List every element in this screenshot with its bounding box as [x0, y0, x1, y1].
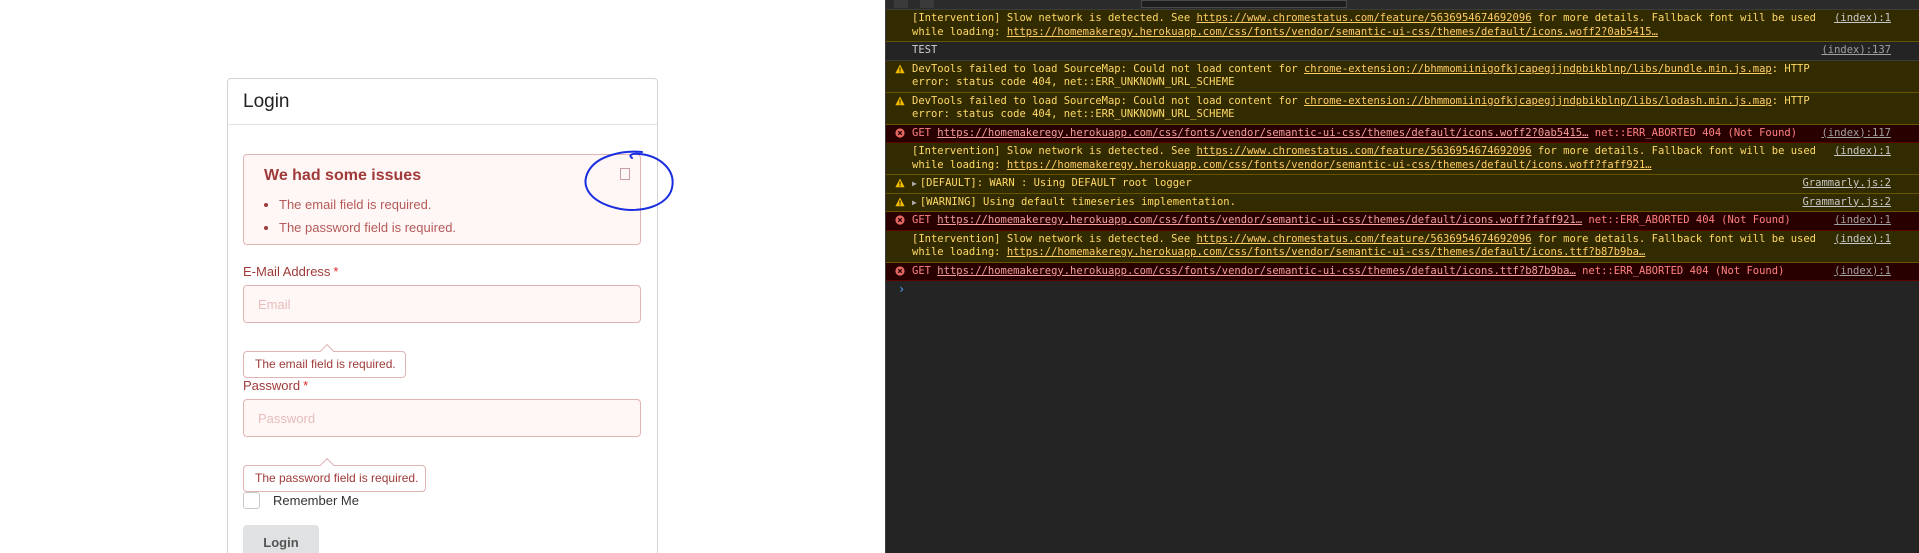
console-prompt[interactable]: ›	[886, 281, 1919, 297]
console-row-warn: [Intervention] Slow network is detected.…	[886, 143, 1919, 175]
console-row-error: GET https://homemakeregy.herokuapp.com/c…	[886, 124, 1919, 143]
message-text: [DEFAULT]: WARN : Using DEFAULT root log…	[919, 177, 1192, 189]
email-error-prompt: The email field is required.	[243, 351, 406, 378]
checkbox-box[interactable]	[243, 492, 260, 509]
expand-arrow-icon[interactable]: ▶	[912, 177, 917, 191]
login-button[interactable]: Login	[243, 525, 319, 553]
message-link[interactable]: chrome-extension://bhmmomiinigofkjcapegj…	[1304, 63, 1772, 75]
console-row-error: GET https://homemakeregy.herokuapp.com/c…	[886, 212, 1919, 231]
console-row-info: TEST (index):137	[886, 42, 1919, 61]
alert-item: The password field is required.	[279, 216, 456, 239]
required-mark: *	[333, 264, 339, 279]
message-link[interactable]: https://www.chromestatus.com/feature/563…	[1196, 12, 1531, 24]
console-row-error: GET https://homemakeregy.herokuapp.com/c…	[886, 262, 1919, 281]
email-label: E-Mail Address *	[243, 264, 338, 279]
message-text: GET	[912, 264, 938, 277]
source-link[interactable]: Grammarly.js:2	[1802, 177, 1891, 191]
message-link[interactable]: https://homemakeregy.herokuapp.com/css/f…	[937, 214, 1582, 226]
message-link[interactable]: https://homemakeregy.herokuapp.com/css/f…	[937, 127, 1588, 139]
card-title: Login	[228, 79, 657, 125]
web-page: Login We had some issues The email field…	[0, 0, 885, 553]
console-messages: [Intervention] Slow network is detected.…	[886, 10, 1919, 297]
console-row-warn: DevTools failed to load SourceMap: Could…	[886, 60, 1919, 93]
remember-me-label[interactable]: Remember Me	[273, 493, 359, 508]
source-link[interactable]: Grammarly.js:2	[1802, 196, 1891, 210]
alert-item: The email field is required.	[279, 193, 456, 216]
message-text: GET	[912, 126, 938, 139]
console-row-warn: ▶ [WARNING] Using default timeseries impl…	[886, 193, 1919, 212]
annotation-circle	[584, 150, 674, 211]
warning-icon	[895, 178, 905, 188]
remember-me-checkbox[interactable]: Remember Me	[243, 492, 359, 509]
password-field[interactable]	[243, 399, 641, 437]
password-label-text: Password	[243, 378, 301, 393]
email-field[interactable]	[243, 285, 641, 323]
warning-icon	[895, 64, 905, 73]
console-row-warn: [Intervention] Slow network is detected.…	[886, 10, 1919, 42]
message-text: [Intervention] Slow network is detected.…	[912, 12, 1197, 24]
alert-list: The email field is required. The passwor…	[264, 193, 456, 239]
message-link[interactable]: https://homemakeregy.herokuapp.com/css/f…	[1007, 246, 1645, 258]
message-link[interactable]: https://homemakeregy.herokuapp.com/css/f…	[1007, 159, 1652, 171]
console-row-warn: [Intervention] Slow network is detected.…	[886, 230, 1919, 263]
expand-arrow-icon[interactable]: ▶	[912, 196, 917, 210]
console-row-warn: ▶ [DEFAULT]: WARN : Using DEFAULT root lo…	[886, 175, 1919, 194]
message-text: TEST	[912, 44, 938, 56]
devtools-toolbar	[886, 0, 1919, 10]
error-icon	[895, 265, 905, 276]
source-link[interactable]: (index):1	[1834, 214, 1891, 228]
warning-icon	[895, 197, 905, 206]
message-text: [WARNING] Using default timeseries imple…	[919, 195, 1236, 208]
source-link[interactable]: (index):137	[1821, 44, 1891, 58]
error-icon	[895, 215, 905, 225]
warning-icon	[895, 96, 905, 105]
password-error-prompt: The password field is required.	[243, 465, 426, 492]
message-text: DevTools failed to load SourceMap: Could…	[912, 94, 1304, 107]
console-row-warn: DevTools failed to load SourceMap: Could…	[886, 92, 1919, 125]
error-icon	[895, 127, 905, 138]
message-text: GET	[912, 214, 938, 226]
message-text: net::ERR_ABORTED 404 (Not Found)	[1582, 214, 1791, 226]
devtools-console: [Intervention] Slow network is detected.…	[885, 0, 1919, 553]
message-text: net::ERR_ABORTED 404 (Not Found)	[1588, 126, 1798, 139]
message-link[interactable]: https://www.chromestatus.com/feature/563…	[1196, 233, 1531, 245]
message-text: [Intervention] Slow network is detected.…	[912, 232, 1197, 245]
required-mark: *	[303, 378, 309, 393]
source-link[interactable]: (index):1	[1834, 145, 1891, 159]
message-text: net::ERR_ABORTED 404 (Not Found)	[1575, 264, 1785, 277]
alert-title: We had some issues	[264, 167, 422, 184]
source-link[interactable]: (index):1	[1834, 265, 1891, 279]
source-link[interactable]: (index):117	[1821, 127, 1891, 141]
email-label-text: E-Mail Address	[243, 264, 331, 279]
message-text: DevTools failed to load SourceMap: Could…	[912, 62, 1304, 75]
message-link[interactable]: https://homemakeregy.herokuapp.com/css/f…	[1007, 26, 1658, 38]
source-link[interactable]: (index):1	[1834, 12, 1891, 26]
password-label: Password *	[243, 378, 308, 393]
source-link[interactable]: (index):1	[1834, 233, 1891, 247]
message-text: [Intervention] Slow network is detected.…	[912, 145, 1197, 157]
message-link[interactable]: chrome-extension://bhmmomiinigofkjcapegj…	[1304, 95, 1772, 107]
message-link[interactable]: https://homemakeregy.herokuapp.com/css/f…	[937, 265, 1575, 277]
message-link[interactable]: https://www.chromestatus.com/feature/563…	[1196, 145, 1531, 157]
